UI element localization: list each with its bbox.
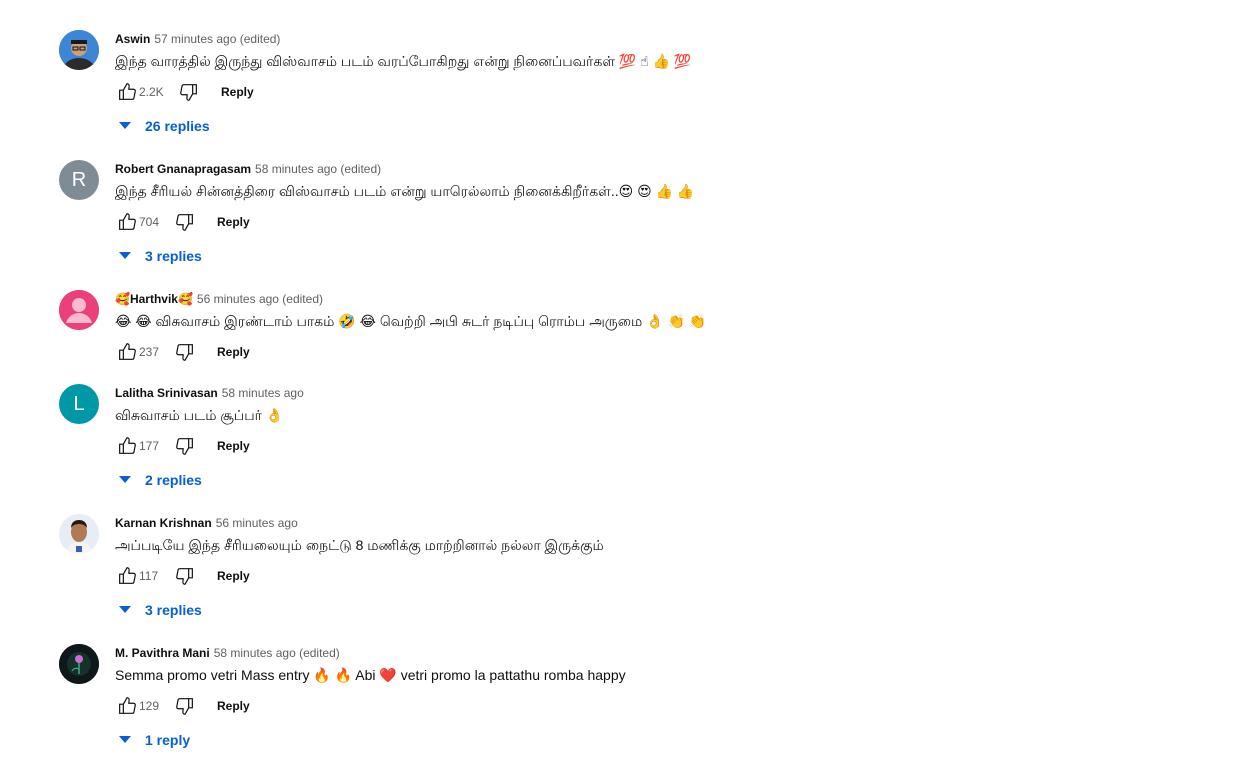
comment-author[interactable]: M. Pavithra Mani xyxy=(115,646,210,660)
comment-timestamp[interactable]: 57 minutes ago (edited) xyxy=(154,32,280,46)
caret-down-icon xyxy=(119,734,131,746)
thumbs-down-icon xyxy=(176,344,193,361)
like-count: 177 xyxy=(139,439,160,453)
like-button[interactable] xyxy=(115,564,139,588)
dislike-button[interactable] xyxy=(173,340,197,364)
replies-count: 1 reply xyxy=(145,732,191,748)
thumbs-down-icon xyxy=(176,438,193,455)
comment-text: இந்த சீரியல் சின்னத்திரை விஸ்வாசம் படம் … xyxy=(115,183,695,199)
comment-timestamp[interactable]: 58 minutes ago (edited) xyxy=(214,646,340,660)
reply-button[interactable]: Reply xyxy=(217,569,250,583)
reply-button[interactable]: Reply xyxy=(217,215,250,229)
caret-down-icon xyxy=(119,120,131,132)
comment-text: அப்படியே இந்த சீரியலையும் நைட்டு 8 மணிக்… xyxy=(115,537,604,553)
avatar-letter: R xyxy=(71,168,87,191)
avatar[interactable] xyxy=(59,644,99,684)
thumbs-down-icon xyxy=(176,568,193,585)
like-button[interactable] xyxy=(115,694,139,718)
like-count: 704 xyxy=(139,215,160,229)
view-replies-button[interactable]: 2 replies xyxy=(119,468,1209,492)
like-button[interactable] xyxy=(115,80,139,104)
like-button[interactable] xyxy=(115,210,139,234)
comment-text: Semma promo vetri Mass entry 🔥 🔥 Abi ❤️ … xyxy=(115,667,626,683)
like-button[interactable] xyxy=(115,434,139,458)
like-count: 117 xyxy=(139,569,159,583)
avatar[interactable] xyxy=(59,290,99,330)
comment-timestamp[interactable]: 56 minutes ago xyxy=(216,516,298,530)
thumbs-down-icon xyxy=(180,84,197,101)
like-count: 237 xyxy=(139,345,160,359)
caret-down-icon xyxy=(119,474,131,486)
thumbs-up-icon xyxy=(119,567,136,584)
thumbs-up-icon xyxy=(119,213,136,230)
dislike-button[interactable] xyxy=(173,694,197,718)
dislike-button[interactable] xyxy=(173,210,197,234)
reply-button[interactable]: Reply xyxy=(221,85,254,99)
replies-count: 26 replies xyxy=(145,118,210,134)
comment-text: விசுவாசம் படம் சூப்பர் 👌 xyxy=(115,407,284,423)
comment-timestamp[interactable]: 56 minutes ago (edited) xyxy=(197,292,323,306)
replies-count: 3 replies xyxy=(145,248,202,264)
avatar[interactable]: L xyxy=(59,384,99,424)
view-replies-button[interactable]: 1 reply xyxy=(119,728,1209,752)
dislike-button[interactable] xyxy=(173,564,197,588)
comment-text: 😂 😂 விசுவாசம் இரண்டாம் பாகம் 🤣 😂 வெற்றி … xyxy=(115,313,707,329)
comment-timestamp[interactable]: 58 minutes ago (edited) xyxy=(255,162,381,176)
avatar-letter: L xyxy=(73,392,85,415)
reply-button[interactable]: Reply xyxy=(217,439,250,453)
comment-author[interactable]: Lalitha Srinivasan xyxy=(115,386,218,400)
avatar[interactable]: R xyxy=(59,160,99,200)
thumbs-up-icon xyxy=(119,697,136,714)
comment-author[interactable]: Aswin xyxy=(115,32,150,46)
thumbs-down-icon xyxy=(176,214,193,231)
caret-down-icon xyxy=(119,604,131,616)
view-replies-button[interactable]: 3 replies xyxy=(119,598,1209,622)
view-replies-button[interactable]: 3 replies xyxy=(119,244,1209,268)
like-count: 2.2K xyxy=(139,85,164,99)
caret-down-icon xyxy=(119,250,131,262)
thumbs-up-icon xyxy=(119,343,136,360)
comment-timestamp[interactable]: 58 minutes ago xyxy=(222,386,304,400)
reply-button[interactable]: Reply xyxy=(217,699,250,713)
thumbs-up-icon xyxy=(119,437,136,454)
like-count: 129 xyxy=(139,699,160,713)
replies-count: 3 replies xyxy=(145,602,202,618)
comment-author[interactable]: Karnan Krishnan xyxy=(115,516,212,530)
thumbs-up-icon xyxy=(119,83,136,100)
avatar[interactable] xyxy=(59,30,99,70)
comment-text: இந்த வாரத்தில் இருந்து விஸ்வாசம் படம் வர… xyxy=(115,53,692,69)
dislike-button[interactable] xyxy=(177,80,201,104)
reply-button[interactable]: Reply xyxy=(217,345,250,359)
default-user-icon xyxy=(59,290,99,330)
avatar[interactable] xyxy=(59,514,99,554)
view-replies-button[interactable]: 26 replies xyxy=(119,114,1209,138)
like-button[interactable] xyxy=(115,340,139,364)
comment-author[interactable]: Robert Gnanapragasam xyxy=(115,162,251,176)
comment-author[interactable]: 🥰Harthvik🥰 xyxy=(115,292,193,306)
replies-count: 2 replies xyxy=(145,472,202,488)
dislike-button[interactable] xyxy=(173,434,197,458)
thumbs-down-icon xyxy=(176,698,193,715)
